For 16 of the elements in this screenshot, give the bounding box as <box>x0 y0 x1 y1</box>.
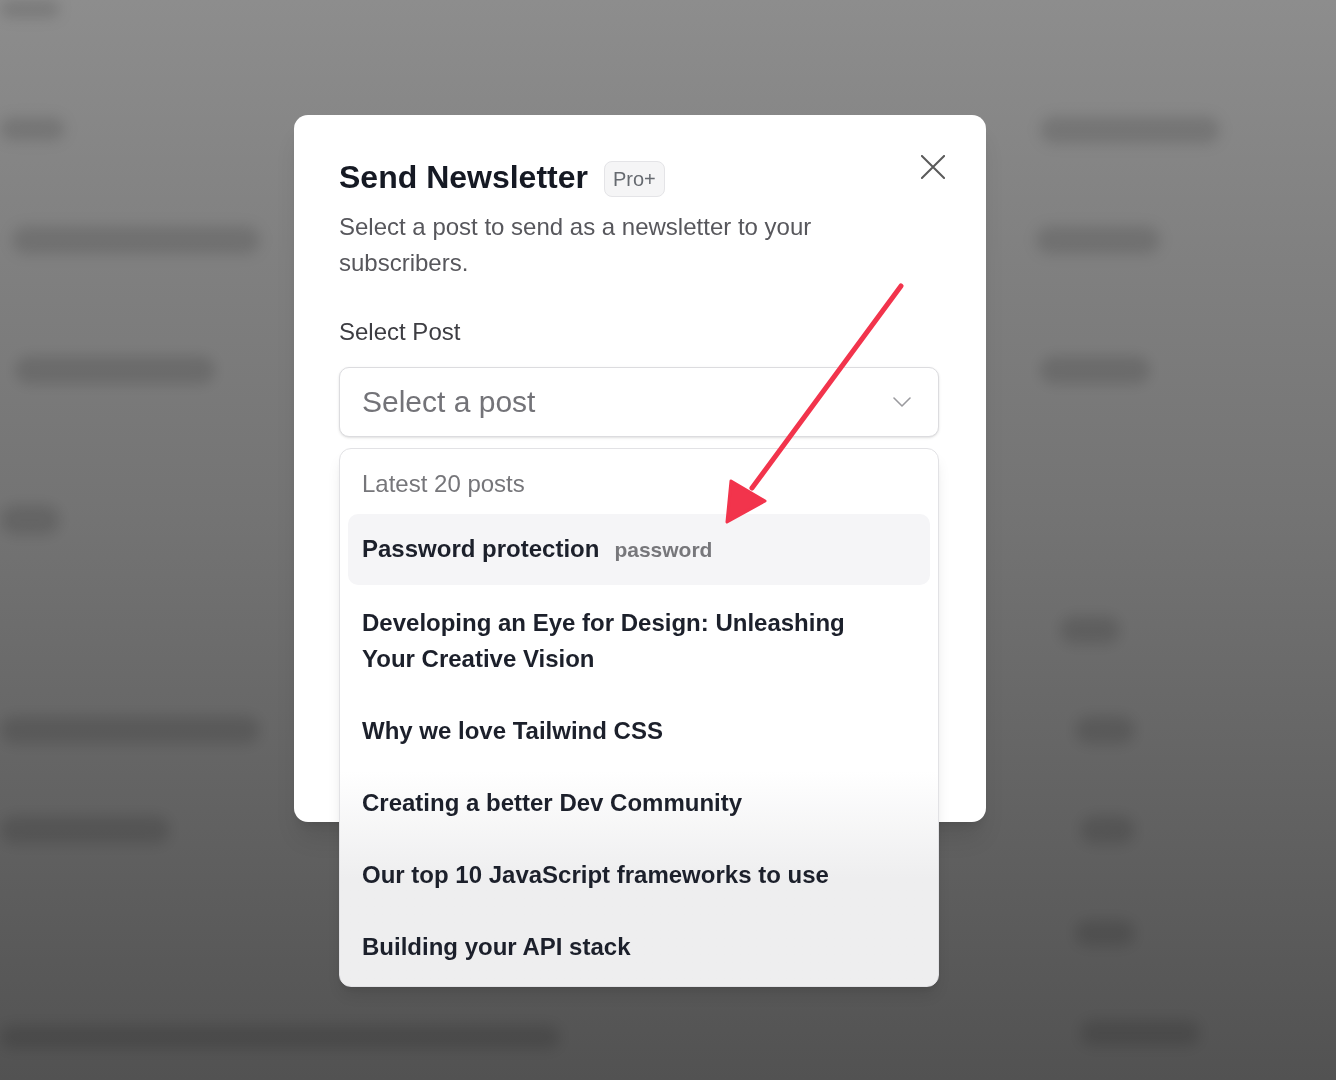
post-option[interactable]: Developing an Eye for Design: Unleashing Your Creative Vision <box>348 587 930 695</box>
close-icon <box>921 155 945 179</box>
dialog-description: Select a post to send as a newsletter to your subscribers. <box>339 212 813 278</box>
dropdown-group-label: Latest 20 posts <box>361 469 526 499</box>
close-button[interactable] <box>918 152 948 182</box>
post-select[interactable]: Select a post <box>339 367 939 437</box>
field-label: Select Post <box>339 317 462 347</box>
post-option[interactable]: Our top 10 JavaScript frameworks to use <box>348 839 930 911</box>
plan-badge: Pro+ <box>603 161 665 197</box>
post-option[interactable]: Building your API stack <box>348 911 930 983</box>
post-tag: password <box>614 538 713 561</box>
post-option[interactable]: Creating a better Dev Community <box>348 767 930 839</box>
chevron-down-icon <box>893 397 911 407</box>
post-option[interactable]: Password protection password <box>348 514 930 585</box>
dialog-title: Send Newsletter <box>339 158 588 197</box>
post-option[interactable]: Why we love Tailwind CSS <box>348 695 930 767</box>
